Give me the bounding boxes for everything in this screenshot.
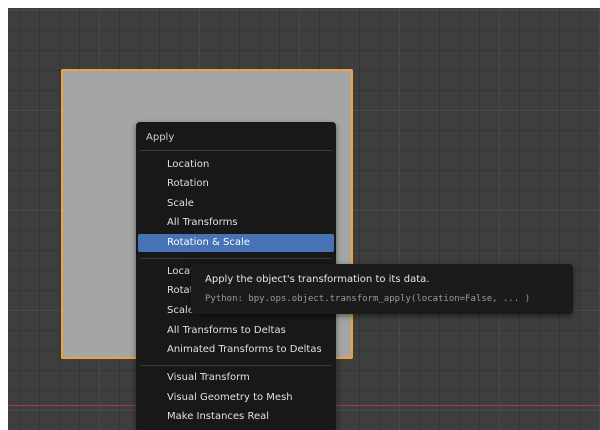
menu-item-all-transforms[interactable]: All Transforms bbox=[138, 214, 334, 232]
menu-title: Apply bbox=[146, 132, 175, 143]
3d-viewport[interactable]: Apply Location Rotation Scale All Transf… bbox=[8, 8, 600, 430]
menu-item-rotation-scale[interactable]: Rotation & Scale bbox=[138, 234, 334, 252]
operator-tooltip: Apply the object's transformation to its… bbox=[191, 264, 573, 314]
tooltip-python-command: Python: bpy.ops.object.transform_apply(l… bbox=[205, 294, 531, 304]
menu-item-all-transforms-to-deltas[interactable]: All Transforms to Deltas bbox=[138, 322, 334, 340]
menu-item-rotation[interactable]: Rotation bbox=[138, 175, 334, 193]
menu-separator bbox=[140, 365, 332, 366]
menu-separator bbox=[140, 150, 332, 151]
menu-item-scale[interactable]: Scale bbox=[138, 195, 334, 213]
menu-item-make-instances-real[interactable]: Make Instances Real bbox=[138, 408, 334, 426]
menu-item-location[interactable]: Location bbox=[138, 156, 334, 174]
menu-item-visual-transform[interactable]: Visual Transform bbox=[138, 369, 334, 387]
menu-separator bbox=[140, 258, 332, 259]
tooltip-description: Apply the object's transformation to its… bbox=[205, 274, 430, 285]
menu-item-visual-geometry-to-mesh[interactable]: Visual Geometry to Mesh bbox=[138, 389, 334, 407]
menu-item-animated-transforms-to-deltas[interactable]: Animated Transforms to Deltas bbox=[138, 341, 334, 359]
